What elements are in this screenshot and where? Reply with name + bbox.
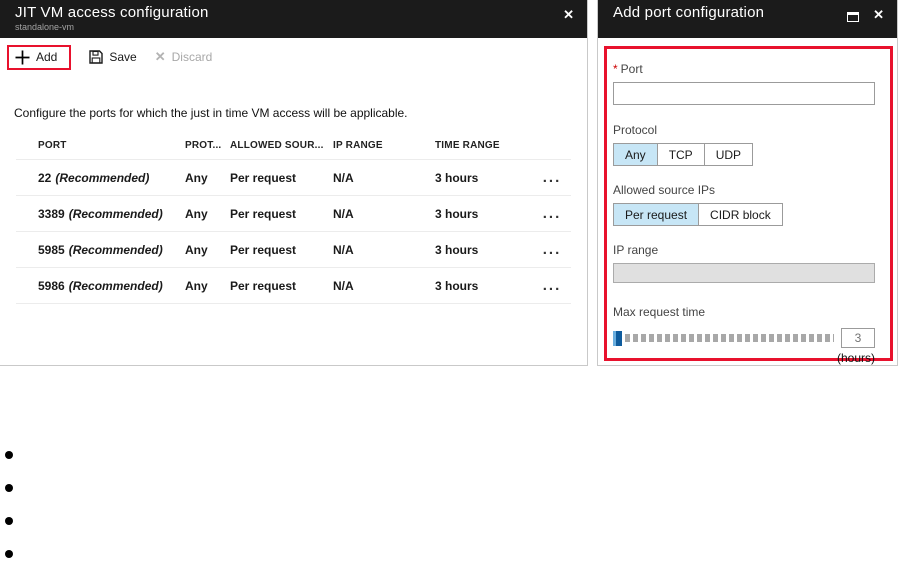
bullet-point bbox=[5, 550, 13, 558]
protocol-field: Protocol Any TCP UDP bbox=[613, 123, 875, 166]
close-icon[interactable]: ✕ bbox=[873, 8, 884, 21]
bullet-point bbox=[5, 484, 13, 492]
jit-vm-access-blade: JIT VM access configuration standalone-v… bbox=[0, 0, 588, 366]
col-header-allowed-source: ALLOWED SOUR... bbox=[230, 140, 324, 151]
table-header-row: PORT PROT... ALLOWED SOUR... IP RANGE TI… bbox=[16, 132, 571, 160]
command-toolbar: Add Save ✕ Discard bbox=[0, 38, 587, 76]
add-label: Add bbox=[36, 50, 58, 64]
allowed-source-cell: Per request bbox=[230, 242, 297, 257]
table-row: 3389 (Recommended) Any Per request N/A 3 … bbox=[16, 196, 571, 232]
port-cell: 22 (Recommended) bbox=[38, 170, 150, 185]
blade-title: JIT VM access configuration bbox=[15, 4, 209, 21]
time-range-cell: 3 hours bbox=[435, 242, 479, 257]
ip-range-label: IP range bbox=[613, 243, 659, 257]
close-icon[interactable]: ✕ bbox=[563, 8, 574, 21]
port-label: * Port bbox=[613, 62, 643, 76]
slider-handle[interactable] bbox=[613, 330, 622, 346]
max-request-time-field: Max request time (hours) bbox=[613, 305, 875, 365]
col-header-port: PORT bbox=[38, 140, 67, 151]
maximize-icon[interactable] bbox=[847, 12, 859, 22]
allowed-source-toggle-group: Per request CIDR block bbox=[613, 203, 875, 226]
port-cell: 5985 (Recommended) bbox=[38, 242, 163, 257]
row-context-menu-button[interactable]: ... bbox=[533, 242, 571, 257]
save-button[interactable]: Save bbox=[89, 50, 137, 64]
add-annotation-box: Add bbox=[7, 44, 72, 70]
port-input[interactable] bbox=[613, 82, 875, 105]
hours-unit-label: (hours) bbox=[836, 351, 875, 365]
protocol-udp-button[interactable]: UDP bbox=[703, 143, 754, 166]
ports-table: PORT PROT... ALLOWED SOUR... IP RANGE TI… bbox=[16, 132, 571, 304]
table-row: 22 (Recommended) Any Per request N/A 3 ho… bbox=[16, 160, 571, 196]
ip-range-cell: N/A bbox=[333, 242, 354, 257]
max-time-slider bbox=[613, 328, 875, 348]
ip-range-cell: N/A bbox=[333, 170, 354, 185]
row-context-menu-button[interactable]: ... bbox=[533, 170, 571, 185]
discard-icon: ✕ bbox=[154, 49, 166, 64]
protocol-toggle-group: Any TCP UDP bbox=[613, 143, 875, 166]
port-field: * Port bbox=[613, 62, 875, 105]
allowed-source-cell: Per request bbox=[230, 206, 297, 221]
col-header-time-range: TIME RANGE bbox=[435, 140, 500, 151]
bullet-point bbox=[5, 451, 13, 459]
allowed-source-label: Allowed source IPs bbox=[613, 183, 716, 197]
max-request-time-label: Max request time bbox=[613, 305, 706, 319]
required-marker: * bbox=[613, 62, 618, 76]
ip-range-cell: N/A bbox=[333, 278, 354, 293]
save-icon bbox=[89, 50, 104, 64]
slider-track[interactable] bbox=[625, 334, 834, 342]
protocol-cell: Any bbox=[185, 278, 208, 293]
port-cell: 3389 (Recommended) bbox=[38, 206, 163, 221]
bullet-list bbox=[5, 451, 13, 583]
time-range-cell: 3 hours bbox=[435, 206, 479, 221]
table-row: 5985 (Recommended) Any Per request N/A 3 … bbox=[16, 232, 571, 268]
per-request-button[interactable]: Per request bbox=[613, 203, 700, 226]
protocol-any-button[interactable]: Any bbox=[613, 143, 658, 166]
ip-range-input bbox=[613, 263, 875, 283]
cidr-block-button[interactable]: CIDR block bbox=[698, 203, 783, 226]
protocol-tcp-button[interactable]: TCP bbox=[656, 143, 705, 166]
row-context-menu-button[interactable]: ... bbox=[533, 278, 571, 293]
blade-subtitle: standalone-vm bbox=[15, 22, 75, 32]
protocol-cell: Any bbox=[185, 206, 208, 221]
allowed-source-field: Allowed source IPs Per request CIDR bloc… bbox=[613, 183, 875, 226]
bullet-point bbox=[5, 517, 13, 525]
azure-portal-canvas: JIT VM access configuration standalone-v… bbox=[0, 0, 898, 562]
ip-range-field: IP range bbox=[613, 243, 875, 283]
protocol-label: Protocol bbox=[613, 123, 658, 137]
col-header-protocol: PROT... bbox=[185, 140, 222, 151]
time-range-cell: 3 hours bbox=[435, 278, 479, 293]
jit-blade-header: JIT VM access configuration standalone-v… bbox=[0, 0, 587, 38]
row-context-menu-button[interactable]: ... bbox=[533, 206, 571, 221]
description-text: Configure the ports for which the just i… bbox=[14, 106, 408, 120]
col-header-ip-range: IP RANGE bbox=[333, 140, 383, 151]
table-row: 5986 (Recommended) Any Per request N/A 3 … bbox=[16, 268, 571, 304]
allowed-source-cell: Per request bbox=[230, 170, 297, 185]
discard-button[interactable]: ✕ Discard bbox=[155, 49, 213, 65]
save-label: Save bbox=[109, 50, 137, 64]
discard-label: Discard bbox=[171, 50, 213, 64]
protocol-cell: Any bbox=[185, 242, 208, 257]
add-port-configuration-blade: Add port configuration ✕ * Port Protocol … bbox=[597, 0, 898, 366]
add-button[interactable]: Add bbox=[15, 50, 57, 65]
port-cell: 5986 (Recommended) bbox=[38, 278, 163, 293]
time-range-cell: 3 hours bbox=[435, 170, 479, 185]
protocol-cell: Any bbox=[185, 170, 208, 185]
add-port-form: * Port Protocol Any TCP UDP Allowed sourc… bbox=[613, 62, 875, 365]
add-port-blade-header: Add port configuration ✕ bbox=[598, 0, 897, 38]
ip-range-cell: N/A bbox=[333, 206, 354, 221]
plus-icon bbox=[15, 50, 30, 64]
allowed-source-cell: Per request bbox=[230, 278, 297, 293]
max-time-value-input[interactable] bbox=[841, 328, 875, 348]
